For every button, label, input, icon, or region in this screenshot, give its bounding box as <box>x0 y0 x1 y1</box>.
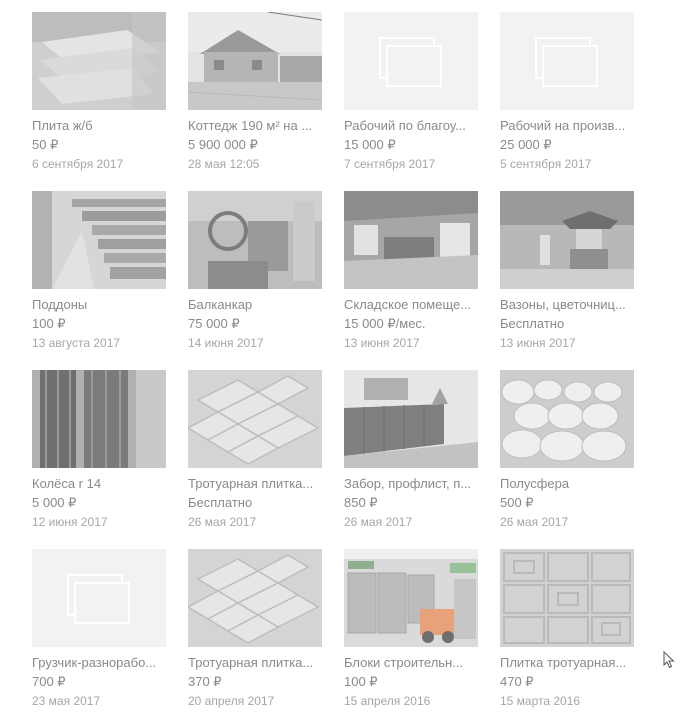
listing-price: 15 000 ₽/мес. <box>344 316 426 331</box>
listing-card[interactable]: Полусфера 500 ₽ 26 мая 2017 <box>500 370 634 549</box>
listing-card[interactable]: Рабочий по благоу... 15 000 ₽ 7 сентября 2… <box>344 12 478 191</box>
listing-photo[interactable] <box>32 12 166 110</box>
listing-card[interactable]: Вазоны, цветочниц... Бесплатно 13 июня 201… <box>500 191 634 370</box>
listing-card[interactable]: Рабочий на произв... 25 000 ₽ 5 сентября 2… <box>500 12 634 191</box>
listing-date: 26 мая 2017 <box>500 515 569 529</box>
listing-date: 12 июня 2017 <box>32 515 108 529</box>
listing-date: 6 сентября 2017 <box>32 157 124 171</box>
listing-card[interactable]: Забор, профлист, п... 850 ₽ 26 мая 2017 <box>344 370 478 549</box>
listing-title[interactable]: Тротуарная плитка... <box>188 655 322 671</box>
listing-date: 13 июня 2017 <box>500 336 576 350</box>
listing-photo[interactable] <box>188 191 322 289</box>
listing-date: 26 мая 2017 <box>344 515 413 529</box>
listing-card[interactable]: Тротуарная плитка... Бесплатно 26 мая 2017 <box>188 370 322 549</box>
listing-date: 7 сентября 2017 <box>344 157 436 171</box>
listing-card[interactable]: Плитка тротуарная... 470 ₽ 15 марта 2016 <box>500 549 634 728</box>
listing-price: Бесплатно <box>500 316 565 331</box>
listing-price: 5 900 000 ₽ <box>188 137 258 152</box>
listing-date: 14 июня 2017 <box>188 336 264 350</box>
listing-title[interactable]: Плитка тротуарная... <box>500 655 634 671</box>
listing-card[interactable]: Грузчик-разнорабо... 700 ₽ 23 мая 2017 <box>32 549 166 728</box>
listing-image-placeholder[interactable] <box>344 12 478 110</box>
listing-title[interactable]: Рабочий по благоу... <box>344 118 478 134</box>
listing-photo[interactable] <box>32 191 166 289</box>
listing-title[interactable]: Рабочий на произв... <box>500 118 634 134</box>
listing-date: 13 июня 2017 <box>344 336 420 350</box>
listing-price: 700 ₽ <box>32 674 66 689</box>
listing-card[interactable]: Тротуарная плитка... 370 ₽ 20 апреля 2017 <box>188 549 322 728</box>
listing-title[interactable]: Грузчик-разнорабо... <box>32 655 166 671</box>
image-placeholder-icon <box>535 37 598 87</box>
listing-price: 370 ₽ <box>188 674 222 689</box>
listing-price: 15 000 ₽ <box>344 137 396 152</box>
listings-grid: Плита ж/б 50 ₽ 6 сентября 2017 Коттедж 190 … <box>32 12 634 728</box>
listing-title[interactable]: Плита ж/б <box>32 118 166 134</box>
listing-photo[interactable] <box>500 370 634 468</box>
listing-photo[interactable] <box>344 370 478 468</box>
listing-date: 23 мая 2017 <box>32 694 101 708</box>
listing-photo[interactable] <box>500 549 634 647</box>
listing-title[interactable]: Балканкар <box>188 297 322 313</box>
listing-title[interactable]: Тротуарная плитка... <box>188 476 322 492</box>
listing-card[interactable]: Блоки строительн... 100 ₽ 15 апреля 2016 <box>344 549 478 728</box>
listing-title[interactable]: Поддоны <box>32 297 166 313</box>
listing-title[interactable]: Колёса r 14 <box>32 476 166 492</box>
listing-price: 5 000 ₽ <box>32 495 77 510</box>
listing-date: 28 мая 12:05 <box>188 157 260 171</box>
listing-title[interactable]: Складское помеще... <box>344 297 478 313</box>
listing-price: 500 ₽ <box>500 495 534 510</box>
listing-image-placeholder[interactable] <box>32 549 166 647</box>
listing-title[interactable]: Вазоны, цветочниц... <box>500 297 634 313</box>
listing-card[interactable]: Поддоны 100 ₽ 13 августа 2017 <box>32 191 166 370</box>
mouse-cursor-icon <box>663 651 675 669</box>
listing-photo[interactable] <box>188 12 322 110</box>
image-placeholder-icon <box>379 37 442 87</box>
listing-price: 100 ₽ <box>32 316 66 331</box>
listing-photo[interactable] <box>344 191 478 289</box>
listing-date: 26 мая 2017 <box>188 515 257 529</box>
listing-title[interactable]: Полусфера <box>500 476 634 492</box>
listing-price: 100 ₽ <box>344 674 378 689</box>
listing-card[interactable]: Колёса r 14 5 000 ₽ 12 июня 2017 <box>32 370 166 549</box>
listing-photo[interactable] <box>188 549 322 647</box>
listing-price: 50 ₽ <box>32 137 59 152</box>
listing-title[interactable]: Блоки строительн... <box>344 655 478 671</box>
listing-card[interactable]: Коттедж 190 м² на ... 5 900 000 ₽ 28 мая 1… <box>188 12 322 191</box>
listing-price: 25 000 ₽ <box>500 137 552 152</box>
listing-image-placeholder[interactable] <box>500 12 634 110</box>
listing-price: 470 ₽ <box>500 674 534 689</box>
listing-price: Бесплатно <box>188 495 253 510</box>
image-placeholder-icon <box>67 574 130 624</box>
listing-date: 5 сентября 2017 <box>500 157 592 171</box>
listing-price: 75 000 ₽ <box>188 316 240 331</box>
listing-card[interactable]: Балканкар 75 000 ₽ 14 июня 2017 <box>188 191 322 370</box>
listing-date: 13 августа 2017 <box>32 336 121 350</box>
listing-photo[interactable] <box>344 549 478 647</box>
listing-card[interactable]: Складское помеще... 15 000 ₽/мес. 13 июня … <box>344 191 478 370</box>
listing-date: 15 апреля 2016 <box>344 694 431 708</box>
listing-card[interactable]: Плита ж/б 50 ₽ 6 сентября 2017 <box>32 12 166 191</box>
listing-photo[interactable] <box>32 370 166 468</box>
listing-title[interactable]: Забор, профлист, п... <box>344 476 478 492</box>
listing-date: 20 апреля 2017 <box>188 694 275 708</box>
listing-price: 850 ₽ <box>344 495 378 510</box>
listing-title[interactable]: Коттедж 190 м² на ... <box>188 118 322 134</box>
listing-photo[interactable] <box>188 370 322 468</box>
listing-photo[interactable] <box>500 191 634 289</box>
listing-date: 15 марта 2016 <box>500 694 581 708</box>
